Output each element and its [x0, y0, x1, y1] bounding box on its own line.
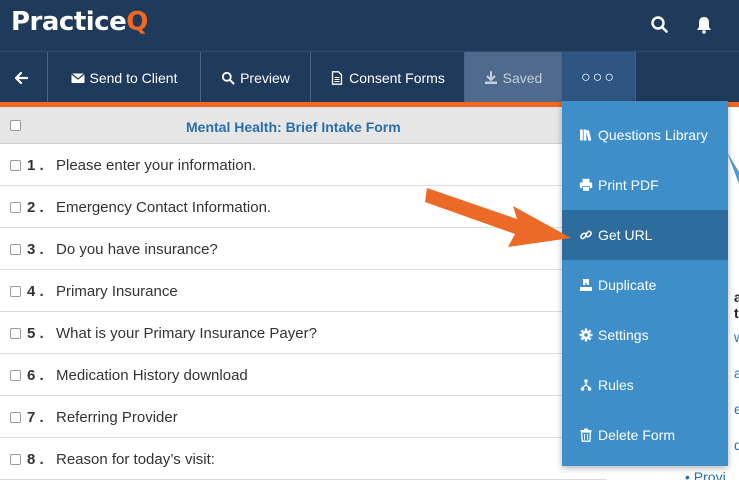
menu-item-label: Settings: [598, 327, 649, 343]
question-checkbox[interactable]: [10, 370, 21, 381]
books-icon: [579, 128, 593, 142]
more-options-menu: Questions Library Print PDF Get URL Dupl…: [562, 101, 728, 466]
question-row[interactable]: 6 . Medication History download: [0, 354, 607, 396]
panel-link-fragment[interactable]: d: [734, 437, 739, 453]
menu-item-label: Get URL: [598, 227, 653, 243]
print-icon: [579, 178, 593, 192]
form-toolbar: Send to Client Preview Consent Forms Sav…: [0, 51, 739, 103]
envelope-icon: [70, 71, 85, 85]
document-icon: [330, 70, 344, 85]
consent-forms-button[interactable]: Consent Forms: [311, 52, 465, 103]
question-number: 1 .: [27, 157, 44, 174]
duplicate-icon: [579, 278, 593, 292]
back-button[interactable]: [0, 52, 48, 103]
menu-item-print-pdf[interactable]: Print PDF: [562, 160, 728, 210]
question-text: Reason for today’s visit:: [56, 451, 215, 468]
menu-item-label: Delete Form: [598, 427, 676, 443]
send-to-client-label: Send to Client: [89, 69, 178, 86]
panel-link-fragment[interactable]: e: [734, 401, 739, 417]
panel-link-fragment[interactable]: • Provi: [685, 469, 726, 480]
question-checkbox[interactable]: [10, 328, 21, 339]
question-checkbox[interactable]: [10, 160, 21, 171]
question-text: Referring Provider: [56, 409, 178, 426]
question-text: Primary Insurance: [56, 283, 178, 300]
form-title-bar: Mental Health: Brief Intake Form: [0, 107, 607, 144]
menu-item-delete-form[interactable]: Delete Form: [562, 410, 728, 460]
question-checkbox[interactable]: [10, 286, 21, 297]
menu-item-get-url[interactable]: Get URL: [562, 210, 728, 260]
menu-item-label: Duplicate: [598, 277, 657, 293]
preview-label: Preview: [240, 69, 290, 86]
bell-icon[interactable]: [693, 14, 715, 36]
question-checkbox[interactable]: [10, 202, 21, 213]
question-number: 6 .: [27, 367, 44, 384]
question-number: 8 .: [27, 451, 44, 468]
question-number: 3 .: [27, 241, 44, 258]
consent-forms-label: Consent Forms: [349, 69, 445, 86]
menu-item-questions-library[interactable]: Questions Library: [562, 110, 728, 160]
link-icon: [579, 228, 593, 242]
download-icon: [484, 70, 498, 85]
question-text: Medication History download: [56, 367, 248, 384]
question-text: Emergency Contact Information.: [56, 199, 272, 216]
question-text: Do you have insurance?: [56, 241, 218, 258]
panel-text-fragment: a t: [734, 289, 739, 321]
panel-link-fragment[interactable]: a: [734, 365, 739, 381]
more-options-button[interactable]: ○○○: [562, 52, 636, 103]
question-row[interactable]: 8 . Reason for today’s visit:: [0, 438, 607, 480]
send-to-client-button[interactable]: Send to Client: [48, 52, 201, 103]
menu-item-label: Rules: [598, 377, 634, 393]
question-number: 5 .: [27, 325, 44, 342]
saved-button[interactable]: Saved: [465, 52, 562, 103]
gear-icon: [579, 328, 593, 342]
arrow-left-icon: [14, 71, 28, 85]
menu-item-label: Questions Library: [598, 127, 708, 143]
more-options-label: ○○○: [581, 68, 616, 86]
question-list: Mental Health: Brief Intake Form 1 . Ple…: [0, 107, 607, 480]
question-number: 7 .: [27, 409, 44, 426]
practiceq-logo[interactable]: PracticeQ: [11, 7, 148, 37]
menu-item-label: Print PDF: [598, 177, 659, 193]
panel-link-fragment[interactable]: w: [734, 329, 739, 345]
form-title: Mental Health: Brief Intake Form: [186, 119, 401, 135]
saved-label: Saved: [502, 69, 543, 86]
question-checkbox[interactable]: [10, 412, 21, 423]
search-icon[interactable]: [649, 14, 671, 36]
menu-item-rules[interactable]: Rules: [562, 360, 728, 410]
trash-icon: [579, 428, 593, 442]
preview-button[interactable]: Preview: [201, 52, 311, 103]
question-row[interactable]: 7 . Referring Provider: [0, 396, 607, 438]
question-text: Please enter your information.: [56, 157, 257, 174]
question-row[interactable]: 4 . Primary Insurance: [0, 270, 607, 312]
question-number: 2 .: [27, 199, 44, 216]
question-checkbox[interactable]: [10, 454, 21, 465]
question-checkbox[interactable]: [10, 244, 21, 255]
menu-item-duplicate[interactable]: Duplicate: [562, 260, 728, 310]
question-text: What is your Primary Insurance Payer?: [56, 325, 317, 342]
callout-arrow: [425, 188, 571, 247]
search-icon: [221, 71, 235, 85]
question-row[interactable]: 5 . What is your Primary Insurance Payer…: [0, 312, 607, 354]
question-number: 4 .: [27, 283, 44, 300]
top-header: PracticeQ: [0, 0, 739, 51]
menu-item-settings[interactable]: Settings: [562, 310, 728, 360]
rules-icon: [579, 378, 593, 392]
select-all-checkbox[interactable]: [10, 120, 21, 131]
